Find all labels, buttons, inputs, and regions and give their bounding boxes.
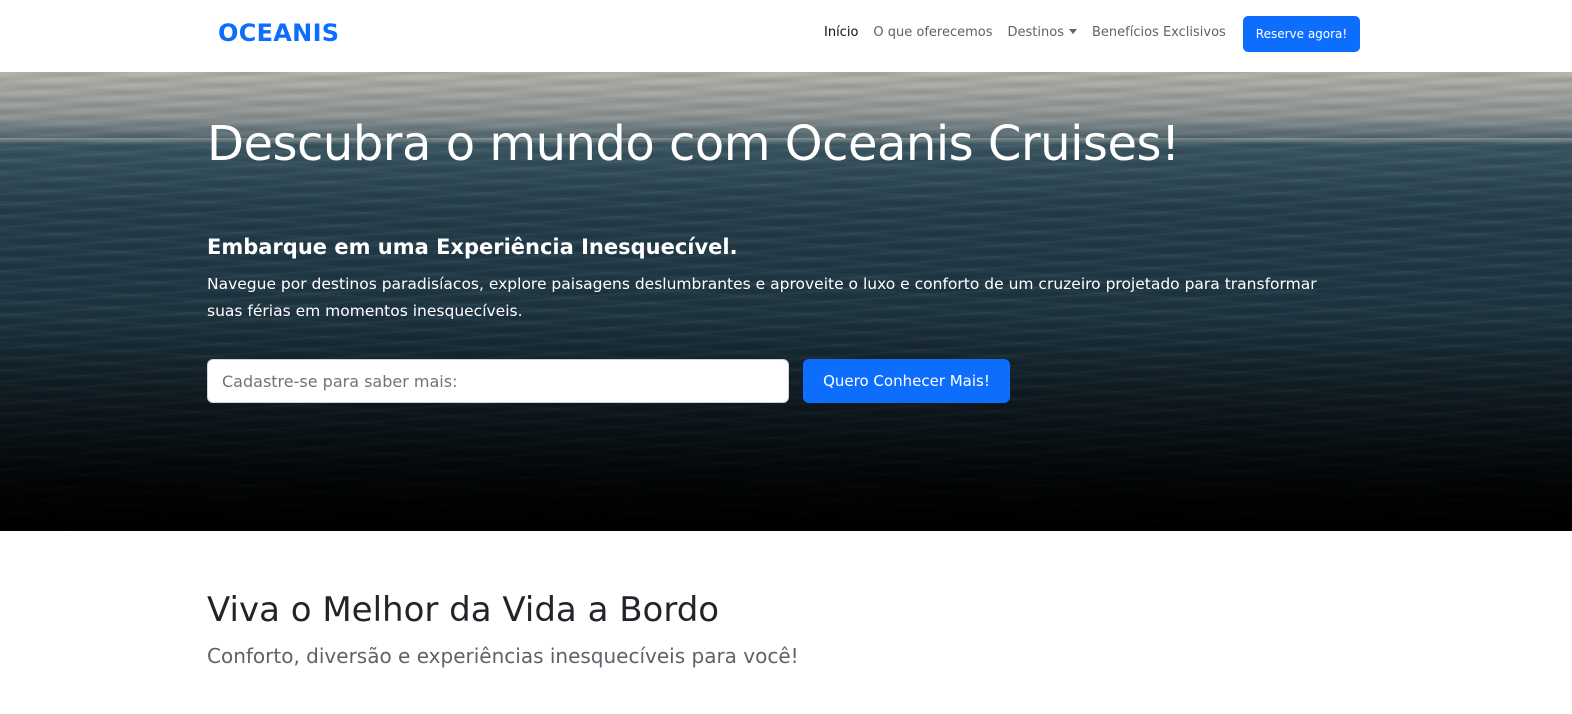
hero-title: Descubra o mundo com Oceanis Cruises! [207,116,1180,172]
brand-logo[interactable]: OCEANIS [218,19,339,47]
hero-description: Navegue por destinos paradisíacos, explo… [207,275,1317,320]
signup-input[interactable] [207,359,789,403]
hero-subtitle: Embarque em uma Experiência Inesquecível… [207,235,738,259]
nav-link-beneficios-exclusivos[interactable]: Benefícios Exclisivos [1092,25,1226,40]
nav-links: Início O que oferecemos Destinos Benefíc… [824,25,1241,40]
section-title: Viva o Melhor da Vida a Bordo [207,590,720,630]
caret-down-icon [1068,29,1077,34]
nav-dropdown-destinos[interactable]: Destinos [1008,25,1077,40]
nav-link-o-que-oferecemos[interactable]: O que oferecemos [873,25,992,40]
navbar: OCEANIS Início O que oferecemos Destinos… [0,0,1572,72]
reserve-now-button[interactable]: Reserve agora! [1243,16,1360,52]
hero-section: Descubra o mundo com Oceanis Cruises! Em… [0,72,1572,531]
learn-more-button[interactable]: Quero Conhecer Mais! [803,359,1010,403]
nav-link-destinos-label: Destinos [1007,25,1064,40]
nav-link-inicio[interactable]: Início [824,25,858,40]
section-subtitle: Conforto, diversão e experiências inesqu… [207,644,799,668]
hero-dark-fade [0,312,1572,531]
